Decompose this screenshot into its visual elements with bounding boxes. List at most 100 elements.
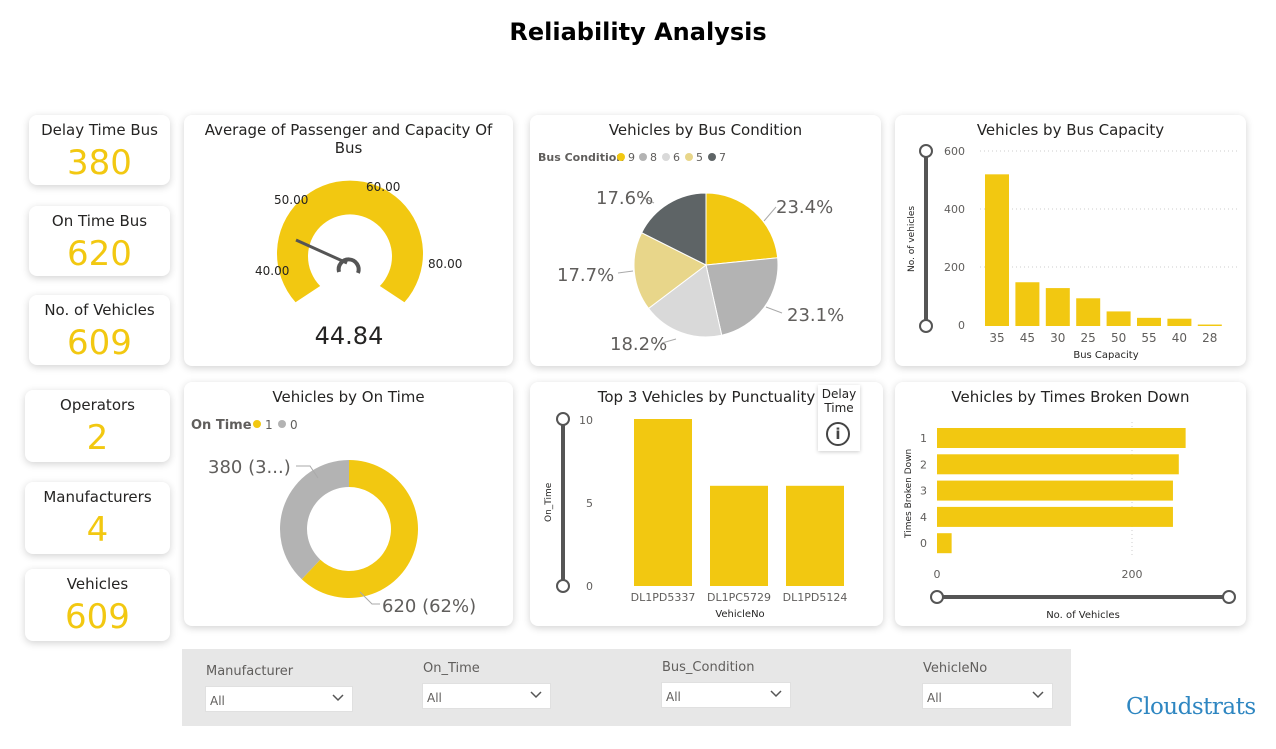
pie-legend-dot-8 [639, 153, 647, 161]
kpi-value: 620 [67, 234, 132, 274]
broken-bar-2[interactable] [937, 454, 1179, 475]
gauge-chart: 40.00 50.00 60.00 80.00 44.84 [255, 180, 462, 350]
capacity-bar-35[interactable] [985, 174, 1009, 326]
broken-bar-0[interactable] [937, 533, 952, 554]
donut-card[interactable]: Vehicles by On Time On Time 1 0 380 (3..… [184, 382, 513, 626]
donut-legend-0: 0 [290, 418, 298, 432]
slicer-label-manufacturer: Manufacturer [206, 664, 294, 679]
gauge-tick-40: 40.00 [255, 264, 289, 278]
capacity-ytick-200: 200 [944, 261, 965, 274]
capacity-bar-55[interactable] [1137, 317, 1161, 326]
pie-label-7: 17.6% [596, 188, 653, 209]
manufacturer-dropdown[interactable]: All [205, 686, 353, 712]
punctuality-slider-handle-bottom [556, 579, 570, 593]
capacity-chart: No. of vehicles 600 400 200 0 35 45 30 25 50… [907, 144, 1240, 361]
broken-ytick-4: 4 [920, 511, 927, 524]
dropdown-value: All [666, 690, 681, 704]
capacity-xtick-28: 28 [1202, 331, 1217, 345]
chevron-down-icon [770, 690, 782, 698]
kpi-value: 609 [65, 597, 130, 637]
tooltip-text: Delay Time [821, 387, 857, 415]
delay-time-tooltip[interactable]: Delay Time i [818, 385, 860, 451]
punctuality-bar-DL1PD5124[interactable] [786, 485, 844, 586]
broken-ytick-1: 1 [920, 432, 927, 445]
pie-leader-2 [765, 306, 783, 314]
broken-xtick-0: 0 [934, 568, 941, 581]
capacity-xlabel: Bus Capacity [1073, 350, 1138, 361]
punctuality-bar-DL1PC5729[interactable] [710, 485, 768, 586]
gauge-tick-60: 60.00 [366, 180, 400, 194]
pie-legend-dot-9 [617, 153, 625, 161]
broken-chart: Times Broken Down 1 2 3 4 0 0 200 No. of Veh… [904, 422, 1236, 621]
chevron-down-icon [332, 694, 344, 702]
capacity-ytick-0: 0 [958, 319, 965, 332]
bus-condition-dropdown[interactable]: All [661, 682, 791, 708]
pie-label-8: 23.1% [787, 305, 844, 326]
kpi-card-on-time-bus[interactable]: On Time Bus 620 [29, 206, 170, 276]
pie-legend-5: 5 [696, 151, 703, 164]
kpi-label: Delay Time Bus [41, 121, 158, 139]
slicer-label-on-time: On_Time [423, 661, 480, 676]
punctuality-xtick-DL1PC5729: DL1PC5729 [707, 591, 771, 604]
capacity-bar-28[interactable] [1197, 324, 1222, 326]
capacity-bar-50[interactable] [1106, 311, 1131, 326]
capacity-xtick-50: 50 [1111, 331, 1126, 345]
broken-bar-4[interactable] [937, 506, 1173, 527]
on-time-dropdown[interactable]: All [422, 683, 551, 709]
gauge-hub [336, 257, 361, 274]
pie-legend-7: 7 [719, 151, 726, 164]
pie-card[interactable]: Vehicles by Bus Condition Bus Condition … [530, 115, 881, 366]
kpi-card-no-of-vehicles[interactable]: No. of Vehicles 609 [29, 295, 170, 365]
donut-legend-title: On Time [191, 418, 252, 433]
kpi-card-manufacturers[interactable]: Manufacturers 4 [25, 482, 170, 554]
punctuality-bar-DL1PD5337[interactable] [634, 419, 692, 586]
donut-legend-dot-0 [278, 420, 286, 428]
pie-legend-dot-6 [662, 153, 670, 161]
punctuality-card[interactable]: Top 3 Vehicles by Punctuality On_Time 10… [530, 382, 883, 626]
kpi-card-vehicles[interactable]: Vehicles 609 [25, 569, 170, 641]
capacity-bar-30[interactable] [1045, 288, 1070, 326]
pie-label-5: 17.7% [557, 265, 614, 286]
capacity-bar-40[interactable] [1167, 318, 1192, 326]
gauge-value: 44.84 [315, 322, 384, 350]
kpi-value: 380 [67, 143, 132, 183]
pie-label-9: 23.4% [776, 197, 833, 218]
punctuality-ylabel: On_Time [544, 482, 554, 522]
pie-chart: Bus Condition 9 8 6 5 7 23.4% 23.1% 18.2… [538, 151, 844, 355]
capacity-card[interactable]: Vehicles by Bus Capacity No. of vehicles… [895, 115, 1246, 366]
slicer-label-vehicle-no: VehicleNo [923, 661, 988, 676]
cloudstrats-logo: Cloudstrats [1126, 694, 1256, 720]
punctuality-ytick-0: 0 [586, 580, 593, 593]
pie-slice-9[interactable] [705, 192, 779, 266]
broken-ytick-0: 0 [920, 537, 927, 550]
broken-ytick-3: 3 [920, 485, 927, 498]
info-icon[interactable]: i [826, 422, 850, 446]
punctuality-xtick-DL1PD5124: DL1PD5124 [783, 591, 848, 604]
broken-slider-handle-right [1222, 590, 1236, 604]
pie-legend-8: 8 [650, 151, 657, 164]
gauge-tick-80: 80.00 [428, 257, 462, 271]
broken-card[interactable]: Vehicles by Times Broken Down Times Brok… [895, 382, 1246, 626]
pie-legend-dot-7 [708, 153, 716, 161]
chevron-down-icon [530, 691, 542, 699]
dropdown-value: All [427, 691, 442, 705]
gauge-card[interactable]: Average of Passenger and Capacity Of Bus… [184, 115, 513, 366]
vehicle-no-dropdown[interactable]: All [922, 683, 1053, 709]
capacity-bar-25[interactable] [1076, 298, 1101, 326]
capacity-bar-45[interactable] [1015, 282, 1040, 326]
dropdown-value: All [927, 691, 942, 705]
donut-legend-1: 1 [265, 418, 273, 432]
pie-legend-9: 9 [628, 151, 635, 164]
donut-chart: On Time 1 0 380 (3...) 620 (62%) [191, 418, 476, 617]
pie-legend-title: Bus Condition [538, 151, 624, 164]
pie-legend-dot-5 [685, 153, 693, 161]
kpi-value: 2 [86, 418, 109, 458]
capacity-xtick-30: 30 [1050, 331, 1065, 345]
kpi-card-operators[interactable]: Operators 2 [25, 390, 170, 462]
donut-legend-dot-1 [253, 420, 261, 428]
capacity-ytick-400: 400 [944, 203, 965, 216]
broken-bar-3[interactable] [937, 480, 1173, 501]
kpi-label: Vehicles [66, 575, 129, 593]
kpi-card-delay-time-bus[interactable]: Delay Time Bus 380 [29, 115, 170, 185]
broken-bar-1[interactable] [937, 428, 1186, 448]
